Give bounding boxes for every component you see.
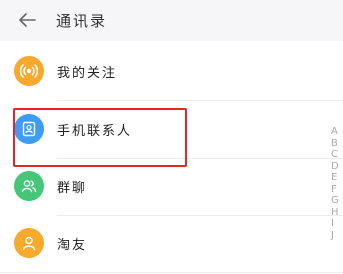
index-letter[interactable]: D [331, 161, 343, 173]
person-icon [14, 228, 44, 258]
list-item-label: 淘友 [57, 238, 88, 253]
highlight-box [13, 108, 187, 167]
index-letter[interactable]: H [331, 207, 343, 219]
index-letter[interactable]: J [331, 230, 343, 242]
index-letter[interactable]: A [331, 126, 343, 138]
list-item-label: 群聊 [57, 181, 88, 196]
group-people-icon [14, 171, 44, 201]
radio-signal-icon [14, 56, 44, 86]
index-letter[interactable]: C [331, 149, 343, 161]
index-letter[interactable]: I [331, 218, 343, 230]
list-item-following[interactable]: 我的关注 [0, 43, 343, 100]
index-letter[interactable]: F [331, 184, 343, 196]
alphabet-index[interactable]: A B C D E F G H I J [331, 126, 343, 241]
index-letter[interactable]: G [331, 195, 343, 207]
divider [0, 272, 343, 273]
back-arrow-icon[interactable] [14, 9, 40, 31]
page-title: 通讯录 [56, 12, 108, 30]
top-bar: 通讯录 [0, 0, 343, 41]
index-letter[interactable]: E [331, 172, 343, 184]
list-item-label: 我的关注 [57, 66, 118, 81]
list-item-taobao-friends[interactable]: 淘友 [0, 215, 343, 272]
index-letter[interactable]: B [331, 138, 343, 150]
